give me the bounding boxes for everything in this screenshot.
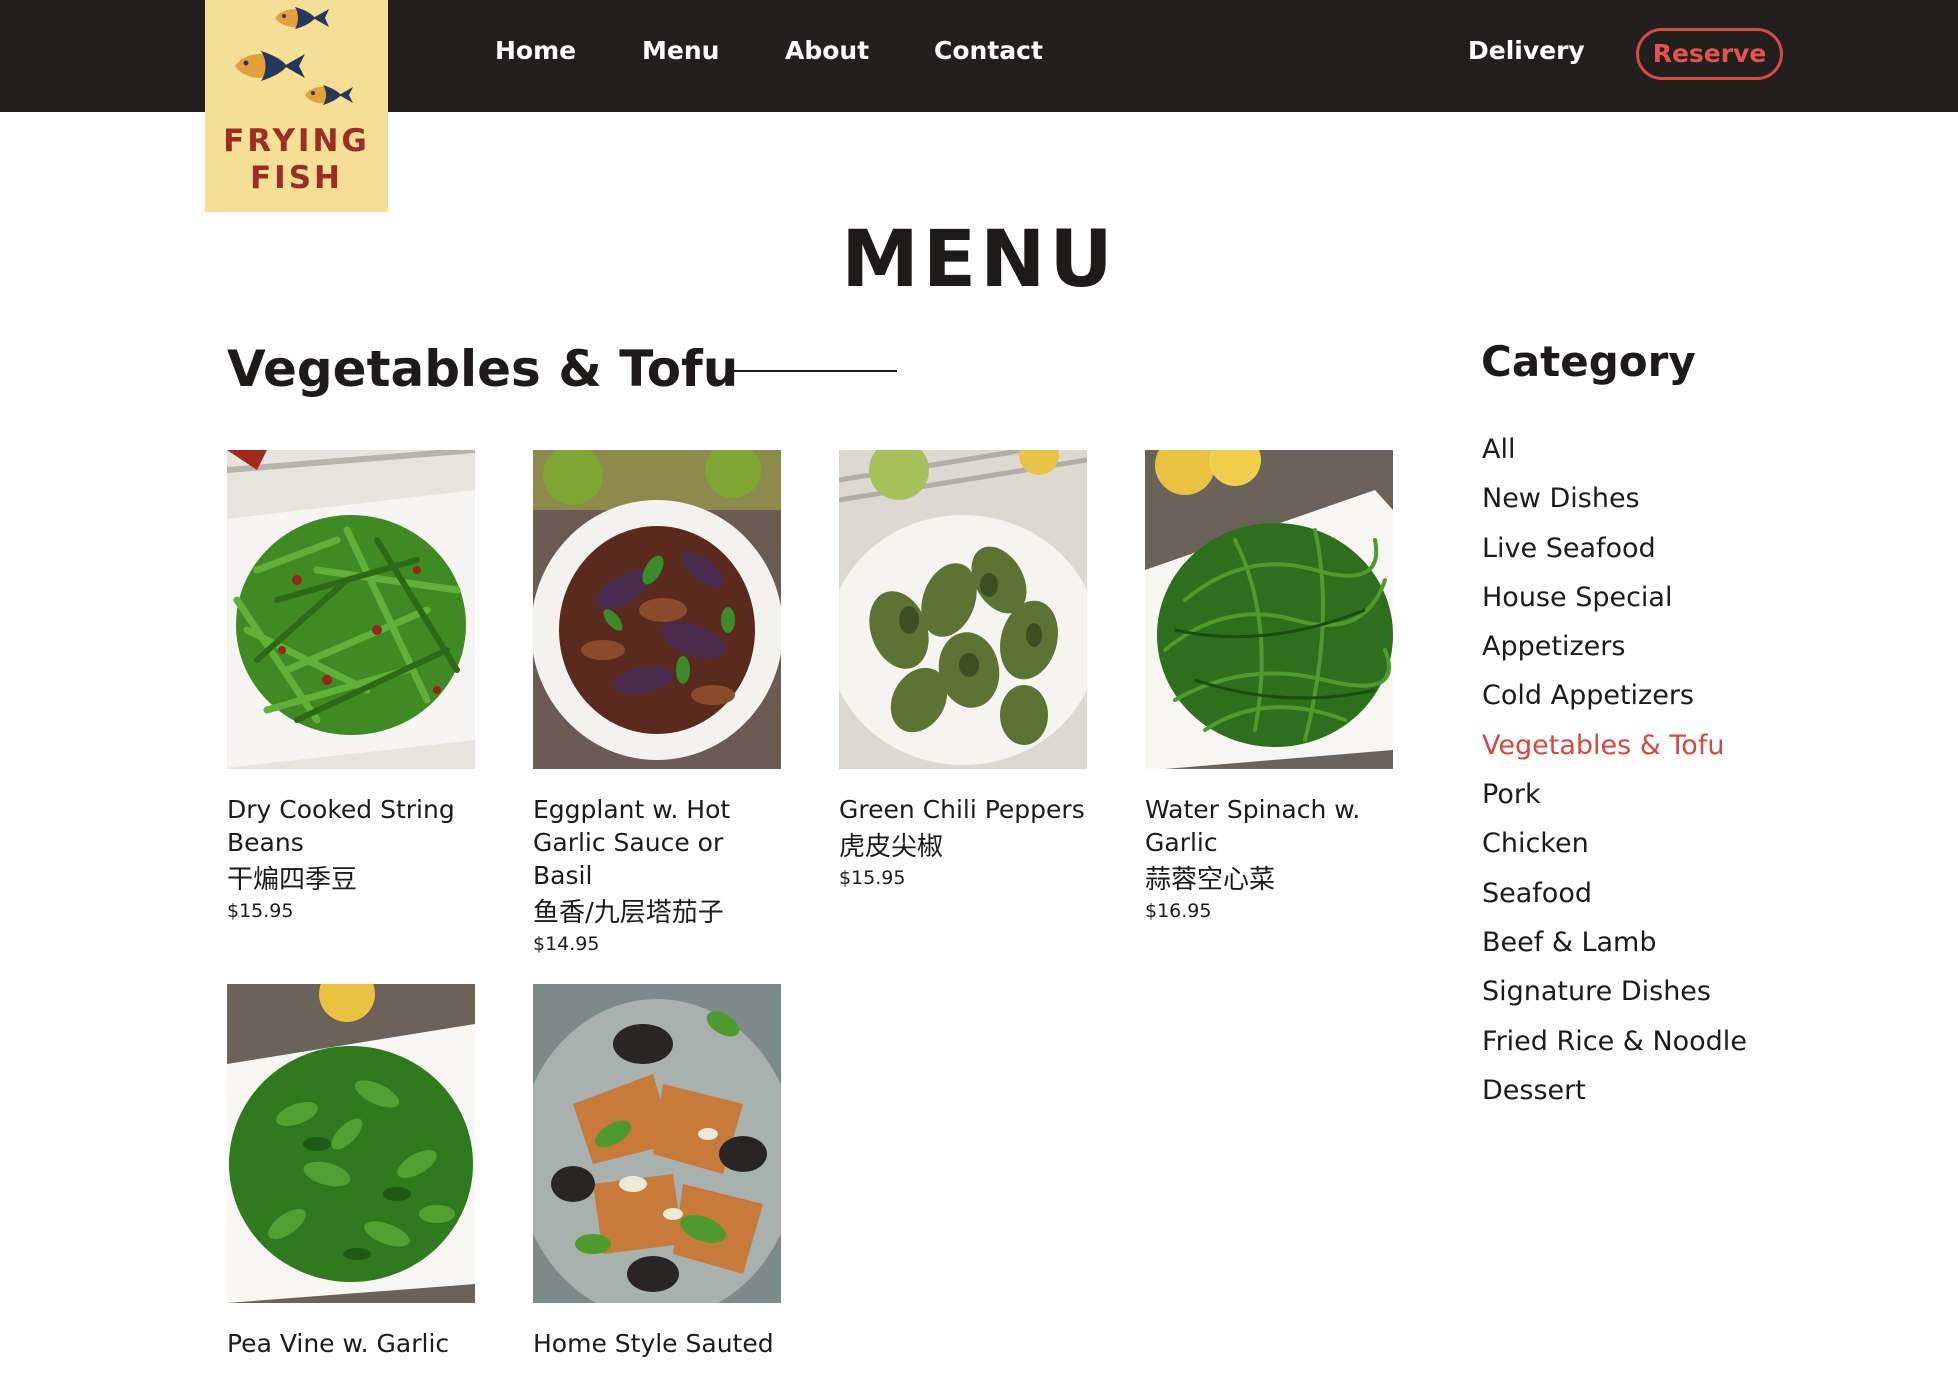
category-item-beef-lamb[interactable]: Beef & Lamb (1482, 918, 1747, 967)
category-item-live-seafood[interactable]: Live Seafood (1482, 524, 1747, 573)
nav-about-link[interactable]: About (785, 36, 869, 65)
nav-menu-link[interactable]: Menu (642, 36, 719, 65)
dish-photo-home-style-tofu[interactable] (533, 984, 781, 1303)
category-item-chicken[interactable]: Chicken (1482, 819, 1747, 868)
dish-price: $16.95 (1145, 900, 1212, 922)
category-item-vegetables-tofu[interactable]: Vegetables & Tofu (1482, 721, 1747, 770)
dish-chinese-name: 鱼香/九层塔茄子 (533, 898, 724, 928)
dish-card[interactable]: Home Style Sauted (533, 984, 783, 1360)
dish-name[interactable]: Water Spinach w. Garlic (1145, 793, 1395, 859)
category-item-house-special[interactable]: House Special (1482, 573, 1747, 622)
dish-photo-eggplant[interactable] (533, 450, 781, 769)
category-item-cold-appetizers[interactable]: Cold Appetizers (1482, 671, 1747, 720)
dish-photo-string-beans[interactable] (227, 450, 475, 769)
logo-text-line1: FRYING (223, 123, 370, 159)
category-item-all[interactable]: All (1482, 425, 1747, 474)
logo-text-line2: FISH (250, 160, 343, 196)
reserve-button[interactable]: Reserve (1636, 28, 1783, 80)
fish-logo-icon (235, 7, 353, 105)
dish-name[interactable]: Eggplant w. Hot Garlic Sauce or Basil (533, 793, 783, 892)
page-title: MENU (841, 215, 1117, 305)
dish-chinese-name: 蒜蓉空心菜 (1145, 865, 1276, 895)
dish-photo-water-spinach[interactable] (1145, 450, 1393, 769)
dish-name[interactable]: Dry Cooked String Beans (227, 793, 477, 859)
dish-card[interactable]: Green Chili Peppers 虎皮尖椒 $15.95 (839, 450, 1089, 891)
dish-price: $15.95 (839, 867, 906, 889)
top-nav-bar: FRYING FISH Home Menu About Contact Deli… (0, 0, 1958, 212)
category-list: All New Dishes Live Seafood House Specia… (1482, 425, 1747, 1115)
dish-price: $15.95 (227, 900, 294, 922)
dish-name[interactable]: Pea Vine w. Garlic (227, 1327, 477, 1360)
section-divider (734, 370, 897, 372)
category-item-signature-dishes[interactable]: Signature Dishes (1482, 967, 1747, 1016)
nav-delivery-link[interactable]: Delivery (1468, 36, 1585, 65)
dish-name[interactable]: Green Chili Peppers (839, 793, 1089, 826)
category-item-appetizers[interactable]: Appetizers (1482, 622, 1747, 671)
category-item-dessert[interactable]: Dessert (1482, 1066, 1747, 1115)
category-item-pork[interactable]: Pork (1482, 770, 1747, 819)
category-item-seafood[interactable]: Seafood (1482, 869, 1747, 918)
category-item-new-dishes[interactable]: New Dishes (1482, 474, 1747, 523)
frying-fish-logo[interactable]: FRYING FISH (205, 0, 388, 212)
dish-price: $14.95 (533, 933, 600, 955)
dish-card[interactable]: Pea Vine w. Garlic (227, 984, 477, 1360)
nav-contact-link[interactable]: Contact (934, 36, 1043, 65)
dish-photo-chili-peppers[interactable] (839, 450, 1087, 769)
section-heading: Vegetables & Tofu (227, 340, 739, 398)
dish-card[interactable]: Eggplant w. Hot Garlic Sauce or Basil 鱼香… (533, 450, 783, 957)
dish-card[interactable]: Water Spinach w. Garlic 蒜蓉空心菜 $16.95 (1145, 450, 1395, 924)
category-heading: Category (1481, 337, 1696, 386)
dish-chinese-name: 干煸四季豆 (227, 865, 358, 895)
dish-name[interactable]: Home Style Sauted (533, 1327, 783, 1360)
dish-chinese-name: 虎皮尖椒 (839, 832, 944, 862)
dish-photo-pea-vine[interactable] (227, 984, 475, 1303)
nav-home-link[interactable]: Home (495, 36, 576, 65)
dish-card[interactable]: Dry Cooked String Beans 干煸四季豆 $15.95 (227, 450, 477, 924)
category-item-fried-rice-noodle[interactable]: Fried Rice & Noodle (1482, 1017, 1747, 1066)
